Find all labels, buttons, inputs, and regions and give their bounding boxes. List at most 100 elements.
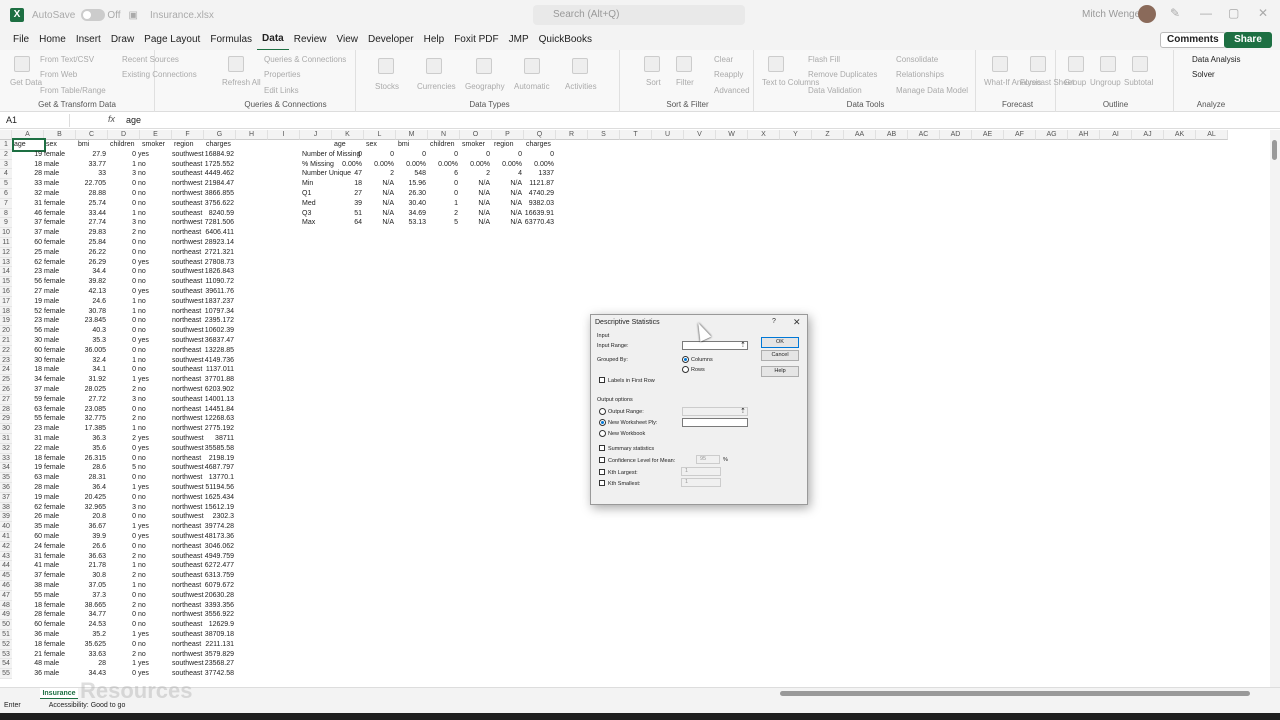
reapply-button[interactable]: Reapply — [714, 70, 743, 79]
data-cell[interactable]: northwest — [172, 650, 202, 660]
row-header[interactable]: 35 — [0, 473, 12, 483]
data-cell[interactable]: 0 — [108, 238, 136, 248]
data-cell[interactable]: 38711 — [204, 434, 234, 444]
data-validation-button[interactable]: Data Validation — [808, 86, 862, 95]
menu-insert[interactable]: Insert — [71, 30, 106, 50]
data-cell[interactable]: 1 — [108, 424, 136, 434]
data-cell[interactable]: 36.67 — [76, 522, 106, 532]
column-header[interactable]: AL — [1196, 130, 1228, 140]
column-header[interactable]: L — [364, 130, 396, 140]
data-cell[interactable]: no — [138, 199, 168, 209]
data-cell[interactable]: 26.22 — [76, 248, 106, 258]
row-header[interactable]: 43 — [0, 551, 12, 562]
data-cell[interactable]: 0 — [108, 512, 136, 522]
data-cell[interactable]: 0 — [108, 532, 136, 542]
data-cell[interactable]: southwest — [172, 483, 204, 493]
data-cell[interactable]: male — [44, 473, 74, 483]
stats-header-cell[interactable]: age — [334, 140, 362, 150]
data-cell[interactable]: no — [138, 160, 168, 170]
column-header[interactable]: M — [396, 130, 428, 140]
stats-value-cell[interactable]: 64 — [332, 218, 362, 228]
data-cell[interactable]: male — [44, 444, 74, 454]
data-cell[interactable]: no — [138, 463, 168, 473]
avatar[interactable] — [1138, 5, 1156, 23]
data-cell[interactable]: 3556.922 — [204, 610, 234, 620]
data-cell[interactable]: no — [138, 356, 168, 366]
data-cell[interactable]: 3866.855 — [204, 189, 234, 199]
column-header[interactable]: E — [140, 130, 172, 140]
data-cell[interactable]: no — [138, 228, 168, 238]
row-header[interactable]: 40 — [0, 522, 12, 532]
data-cell[interactable]: 1826.843 — [204, 267, 234, 277]
stats-value-cell[interactable]: 0 — [428, 150, 458, 160]
data-cell[interactable]: 28 — [12, 483, 42, 493]
stats-value-cell[interactable]: 53.13 — [396, 218, 426, 228]
row-header[interactable]: 24 — [0, 365, 12, 376]
data-cell[interactable]: 39.9 — [76, 532, 106, 542]
data-cell[interactable]: 26.6 — [76, 542, 106, 552]
data-cell[interactable]: northeast — [172, 375, 202, 385]
data-cell[interactable]: male — [44, 591, 74, 601]
advanced-button[interactable]: Advanced — [714, 86, 750, 95]
data-cell[interactable]: 33.77 — [76, 160, 106, 170]
data-cell[interactable]: 20.425 — [76, 493, 106, 503]
data-cell[interactable]: 2302.3 — [204, 512, 234, 522]
confidence-checkbox[interactable] — [599, 457, 605, 463]
data-cell[interactable]: 33.63 — [76, 650, 106, 660]
stats-value-cell[interactable]: 47 — [332, 169, 362, 179]
sort-icon[interactable] — [644, 56, 660, 72]
stats-value-cell[interactable]: 0 — [428, 179, 458, 189]
share-button[interactable]: Share — [1224, 32, 1272, 48]
data-cell[interactable]: female — [44, 238, 74, 248]
column-header[interactable]: AE — [972, 130, 1004, 140]
geography-button[interactable]: Geography — [465, 82, 505, 91]
data-cell[interactable]: 28923.14 — [204, 238, 234, 248]
input-range-field[interactable] — [682, 341, 748, 350]
menu-view[interactable]: View — [332, 30, 364, 50]
data-cell[interactable]: 20630.28 — [204, 591, 234, 601]
data-cell[interactable]: 34.77 — [76, 610, 106, 620]
data-cell[interactable]: 62 — [12, 503, 42, 513]
row-header[interactable]: 17 — [0, 296, 12, 307]
existing-connections-button[interactable]: Existing Connections — [122, 70, 197, 79]
data-cell[interactable]: male — [44, 179, 74, 189]
data-cell[interactable]: 56 — [12, 277, 42, 287]
data-cell[interactable]: 0 — [108, 493, 136, 503]
data-cell[interactable]: 15612.19 — [204, 503, 234, 513]
data-cell[interactable]: no — [138, 238, 168, 248]
close-icon[interactable]: ✕ — [793, 317, 801, 328]
data-cell[interactable]: 19 — [12, 463, 42, 473]
menu-data[interactable]: Data — [257, 29, 289, 51]
data-cell[interactable]: female — [44, 552, 74, 562]
data-cell[interactable]: 28.6 — [76, 463, 106, 473]
data-cell[interactable]: 26 — [12, 512, 42, 522]
data-cell[interactable]: 10797.34 — [204, 307, 234, 317]
data-cell[interactable]: southeast — [172, 552, 202, 562]
data-cell[interactable]: 21 — [12, 650, 42, 660]
data-cell[interactable]: 37.05 — [76, 581, 106, 591]
data-cell[interactable]: 0 — [108, 150, 136, 160]
stats-header-cell[interactable]: children — [430, 140, 458, 150]
new-workbook-radio[interactable] — [599, 430, 606, 437]
data-cell[interactable]: male — [44, 630, 74, 640]
data-cell[interactable]: 1 — [108, 522, 136, 532]
data-cell[interactable]: male — [44, 532, 74, 542]
data-cell[interactable]: 23 — [12, 424, 42, 434]
data-cell[interactable]: southwest — [172, 532, 204, 542]
column-header[interactable]: T — [620, 130, 652, 140]
currencies-icon[interactable] — [426, 58, 442, 74]
data-cell[interactable]: no — [138, 503, 168, 513]
data-cell[interactable]: 21984.47 — [204, 179, 234, 189]
row-header[interactable]: 20 — [0, 326, 12, 336]
data-cell[interactable]: no — [138, 169, 168, 179]
row-header[interactable]: 42 — [0, 541, 12, 552]
data-cell[interactable]: 2198.19 — [204, 454, 234, 464]
data-cell[interactable]: southwest — [172, 512, 204, 522]
data-cell[interactable]: northwest — [172, 473, 202, 483]
output-range-radio[interactable] — [599, 408, 606, 415]
stats-value-cell[interactable]: 16639.91 — [524, 209, 554, 219]
stocks-button[interactable]: Stocks — [375, 82, 399, 91]
data-cell[interactable]: northeast — [172, 542, 202, 552]
formula-input[interactable]: age — [126, 115, 141, 125]
row-header[interactable]: 10 — [0, 228, 12, 238]
